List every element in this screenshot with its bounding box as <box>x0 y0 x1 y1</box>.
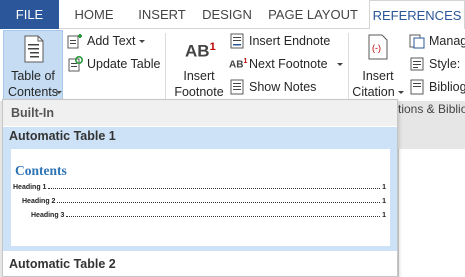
ribbon-references: Table of Contents Add Text Update Table … <box>0 29 465 101</box>
toc-button-label-line2: Contents <box>8 85 59 99</box>
bibliography-label: Bibliog <box>429 80 465 94</box>
add-text-button[interactable]: Add Text <box>67 31 146 51</box>
gallery-item-title: Automatic Table 1 <box>9 129 116 143</box>
svg-text:(-): (-) <box>372 43 381 53</box>
tab-design[interactable]: DESIGN <box>198 0 256 29</box>
next-footnote-icon: AB1 <box>229 58 248 71</box>
chevron-down-icon <box>56 91 62 94</box>
chevron-down-icon <box>336 62 343 66</box>
preview-entry: Heading 3 1 <box>31 212 386 219</box>
group-separator <box>348 33 349 99</box>
insert-footnote-button[interactable]: AB1 Insert Footnote <box>170 31 228 101</box>
gallery-item-title: Automatic Table 2 <box>9 257 116 271</box>
style-dropdown[interactable]: Style: <box>409 54 460 74</box>
next-footnote-label: Next Footnote <box>249 57 328 71</box>
bibliography-button[interactable]: Bibliog <box>409 77 465 97</box>
insert-footnote-label-line2: Footnote <box>174 85 224 99</box>
update-table-button[interactable]: Update Table <box>67 54 160 74</box>
show-notes-label: Show Notes <box>249 80 317 94</box>
insert-footnote-label-line1: Insert <box>183 69 215 83</box>
bibliography-icon <box>410 79 424 95</box>
insert-endnote-button[interactable]: Insert Endnote <box>229 31 330 51</box>
preview-entry: Heading 2 1 <box>22 198 386 205</box>
chevron-down-icon <box>139 39 146 43</box>
toc-gallery-dropdown: Built-In Automatic Table 1 Contents Head… <box>2 99 398 277</box>
table-of-contents-icon <box>24 35 44 68</box>
table-of-contents-button[interactable]: Table of Contents <box>3 30 63 100</box>
update-table-icon <box>68 56 83 72</box>
tab-page-layout[interactable]: PAGE LAYOUT <box>265 0 361 29</box>
footnote-icon: AB1 <box>185 41 216 61</box>
preview-heading: Contents <box>15 163 67 178</box>
insert-citation-label-line1: Insert <box>362 69 394 83</box>
show-notes-button[interactable]: Show Notes <box>229 77 316 97</box>
citations-group-label: tions & Bibliog <box>398 102 465 116</box>
endnote-icon <box>230 33 244 49</box>
document-page[interactable] <box>398 149 465 277</box>
toc-preview: Contents Heading 1 1 Heading 2 1 Heading… <box>11 149 390 246</box>
manage-sources-label: Manag <box>429 34 465 48</box>
insert-citation-button[interactable]: (-) Insert Citation <box>352 31 404 101</box>
gallery-section-header: Built-In <box>3 100 397 126</box>
update-table-label: Update Table <box>87 57 161 71</box>
tab-references[interactable]: REFERENCES <box>369 0 465 30</box>
next-footnote-button[interactable]: AB1 Next Footnote <box>229 54 343 74</box>
manage-sources-button[interactable]: Manag <box>409 31 465 51</box>
add-text-icon <box>67 34 82 49</box>
group-separator <box>165 33 166 99</box>
automatic-table-2-option[interactable]: Automatic Table 2 <box>3 251 397 277</box>
preview-entry: Heading 1 1 <box>13 184 386 191</box>
style-icon <box>410 57 424 71</box>
tab-home[interactable]: HOME <box>64 0 124 29</box>
insert-citation-label-line2: Citation <box>352 85 404 99</box>
manage-sources-icon <box>409 34 425 49</box>
ribbon-tab-bar: FILE HOME INSERT DESIGN PAGE LAYOUT REFE… <box>0 0 465 30</box>
automatic-table-1-option[interactable]: Automatic Table 1 Contents Heading 1 1 H… <box>3 127 397 251</box>
tab-file[interactable]: FILE <box>0 0 59 29</box>
show-notes-icon <box>230 79 244 95</box>
toc-button-label-line1: Table of <box>11 69 55 83</box>
insert-endnote-label: Insert Endnote <box>249 34 331 48</box>
style-label: Style: <box>429 57 461 71</box>
tab-insert[interactable]: INSERT <box>130 0 194 29</box>
add-text-label: Add Text <box>87 34 136 48</box>
citation-icon: (-) <box>368 34 388 63</box>
